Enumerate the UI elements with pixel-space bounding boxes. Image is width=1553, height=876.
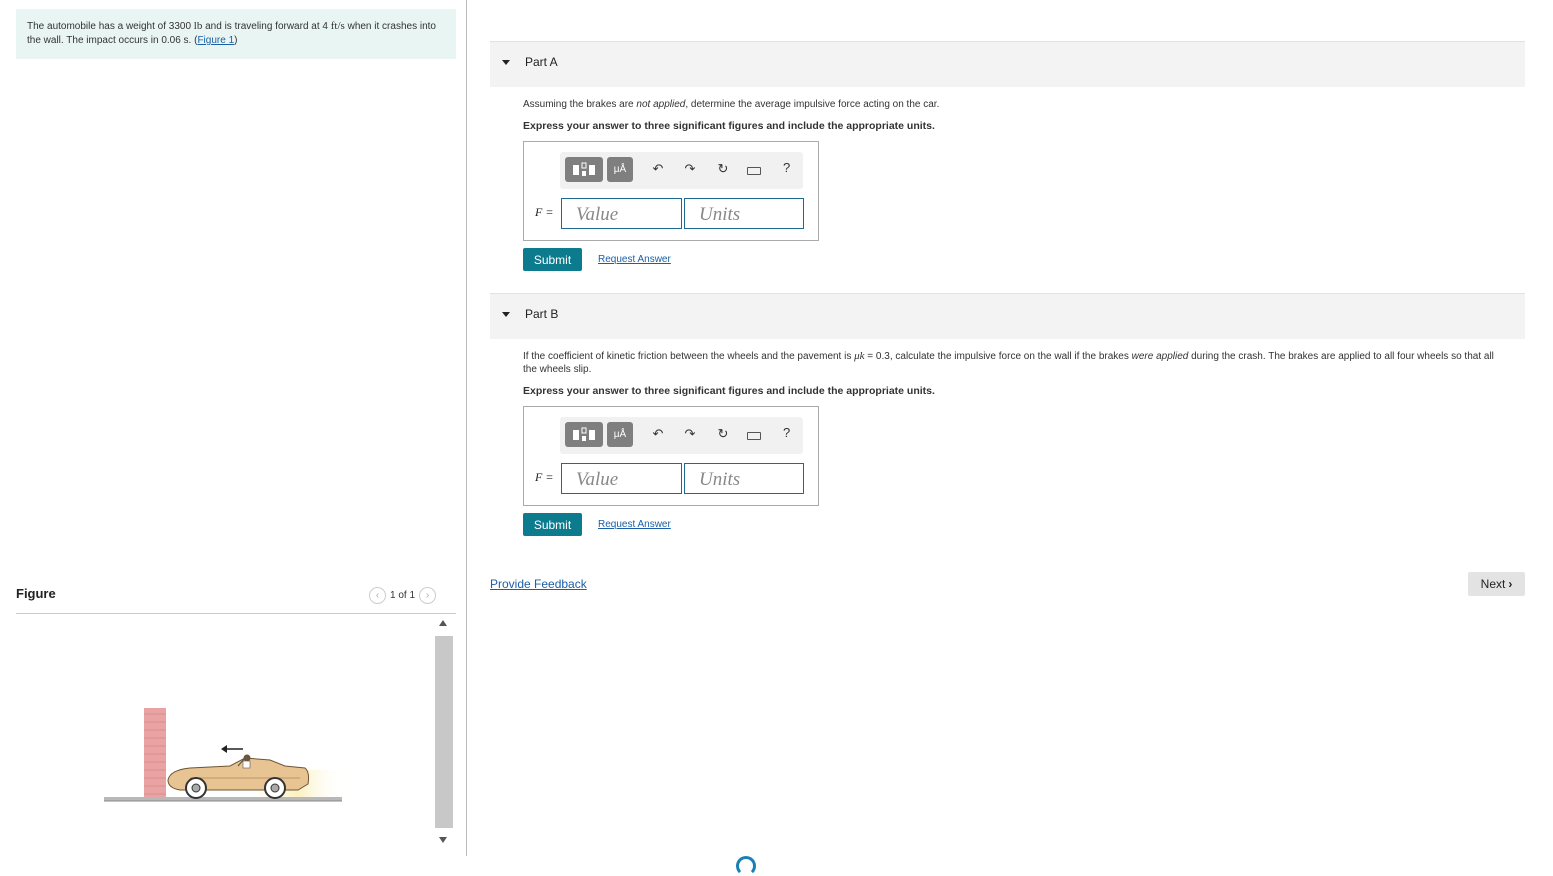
part-a-header[interactable]: Part A xyxy=(490,41,1525,87)
request-answer-link[interactable]: Request Answer xyxy=(598,254,671,265)
units-button[interactable]: μÅ xyxy=(607,422,633,447)
part-b-header[interactable]: Part B xyxy=(490,293,1525,339)
request-answer-link[interactable]: Request Answer xyxy=(598,519,671,530)
provide-feedback-link[interactable]: Provide Feedback xyxy=(490,577,587,591)
collapse-caret-icon[interactable] xyxy=(502,312,510,317)
figure-divider xyxy=(16,613,456,614)
undo-icon[interactable]: ↶ xyxy=(650,426,666,442)
help-icon[interactable]: ? xyxy=(783,425,790,440)
help-icon[interactable]: ? xyxy=(783,160,790,175)
part-a-title: Part A xyxy=(525,55,558,69)
math-toolbar: μÅ ↶ ↷ ↻ ? xyxy=(560,417,803,454)
next-button[interactable]: Next › xyxy=(1468,572,1525,596)
part-a-question-2: , determine the average impulsive force … xyxy=(685,99,940,110)
template-icon[interactable] xyxy=(565,422,603,447)
loading-spinner-icon xyxy=(736,856,756,876)
scroll-up-icon[interactable] xyxy=(439,620,447,626)
next-label: Next xyxy=(1480,577,1506,591)
part-a-answer-box: μÅ ↶ ↷ ↻ ? F = xyxy=(523,141,819,241)
next-figure-icon[interactable]: › xyxy=(419,587,437,604)
part-b-title: Part B xyxy=(525,307,559,321)
part-a-instructions: Express your answer to three significant… xyxy=(523,120,935,132)
problem-statement: The automobile has a weight of 3300 lb a… xyxy=(16,9,456,59)
units-input[interactable] xyxy=(684,463,804,494)
submit-button[interactable]: Submit xyxy=(523,513,582,536)
redo-icon[interactable]: ↷ xyxy=(682,161,698,177)
figure-page-indicator: 1 of 1 xyxy=(390,590,416,601)
template-icon[interactable] xyxy=(565,157,603,182)
collapse-caret-icon[interactable] xyxy=(502,60,510,65)
submit-button[interactable]: Submit xyxy=(523,248,582,271)
part-a-question-em: not applied xyxy=(636,99,686,110)
value-input[interactable] xyxy=(561,198,682,229)
part-b-question-2: = 0.3, calculate the impulsive force on … xyxy=(864,351,1132,362)
reset-icon[interactable]: ↻ xyxy=(715,426,731,442)
problem-text-2: and is traveling forward at 4 xyxy=(202,21,331,32)
panel-divider xyxy=(466,0,467,856)
redo-icon[interactable]: ↷ xyxy=(682,426,698,442)
part-b-question-em: were applied xyxy=(1131,351,1189,362)
keyboard-icon[interactable] xyxy=(747,432,761,440)
part-b-answer-box: μÅ ↶ ↷ ↻ ? F = xyxy=(523,406,819,506)
problem-text-4: ) xyxy=(234,35,238,46)
part-a-question: Assuming the brakes are not applied, det… xyxy=(523,98,1503,111)
mu-symbol: μk xyxy=(854,350,865,362)
keyboard-icon[interactable] xyxy=(747,167,761,175)
force-variable-label: F = xyxy=(535,205,554,219)
value-input[interactable] xyxy=(561,463,682,494)
scroll-down-icon[interactable] xyxy=(439,837,447,843)
figure-pager: ‹ 1 of 1 › xyxy=(369,587,437,604)
chevron-right-icon: › xyxy=(1508,577,1513,591)
reset-icon[interactable]: ↻ xyxy=(715,161,731,177)
units-button[interactable]: μÅ xyxy=(607,157,633,182)
part-b-question-1: If the coefficient of kinetic friction b… xyxy=(523,351,855,362)
undo-icon[interactable]: ↶ xyxy=(650,161,666,177)
force-variable-label: F = xyxy=(535,470,554,484)
speed-unit: ft/s xyxy=(330,20,345,32)
part-b-question: If the coefficient of kinetic friction b… xyxy=(523,350,1503,376)
figure-scrollbar[interactable] xyxy=(435,636,453,828)
problem-text-1: The automobile has a weight of 3300 xyxy=(27,21,194,32)
units-input[interactable] xyxy=(684,198,804,229)
figure-link[interactable]: Figure 1 xyxy=(197,35,234,46)
part-b-instructions: Express your answer to three significant… xyxy=(523,385,935,397)
figure-title: Figure xyxy=(16,586,56,601)
math-toolbar: μÅ ↶ ↷ ↻ ? xyxy=(560,152,803,189)
car-wall-figure xyxy=(104,708,345,802)
prev-figure-icon[interactable]: ‹ xyxy=(369,587,386,604)
part-a-question-1: Assuming the brakes are xyxy=(523,99,637,110)
